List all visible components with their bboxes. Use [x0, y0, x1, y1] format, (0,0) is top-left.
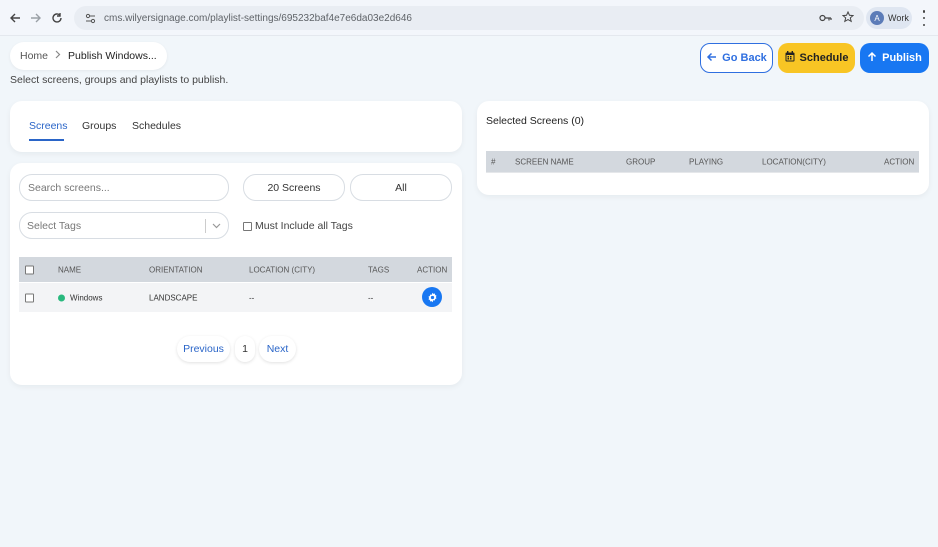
tags-select[interactable]: Select Tags — [19, 212, 229, 239]
status-filter-button[interactable]: All — [350, 174, 452, 201]
breadcrumb-home[interactable]: Home — [20, 50, 48, 62]
breadcrumb-current: Publish Windows... — [68, 50, 157, 62]
selected-screens-card: Selected Screens (0) # SCREEN NAME GROUP… — [477, 101, 929, 195]
col-tags: TAGS — [368, 265, 390, 274]
browser-toolbar: cms.wilyersignage.com/playlist-settings/… — [0, 0, 938, 36]
url-text: cms.wilyersignage.com/playlist-settings/… — [104, 12, 412, 24]
chevron-down-icon[interactable] — [210, 219, 222, 233]
reload-icon[interactable] — [44, 5, 70, 31]
publish-label: Publish — [882, 52, 922, 64]
selected-table-header: # SCREEN NAME GROUP PLAYING LOCATION(CIT… — [486, 151, 919, 172]
online-status-dot — [58, 294, 65, 301]
col-playing: PLAYING — [689, 157, 724, 166]
tab-screens[interactable]: Screens — [29, 120, 68, 132]
screens-card: Search screens... 20 Screens All Select … — [10, 163, 462, 385]
screen-tags: -- — [368, 293, 374, 302]
search-input[interactable]: Search screens... — [19, 174, 229, 201]
tabs-card: Screens Groups Schedules — [10, 101, 462, 152]
screens-table-header: NAME ORIENTATION LOCATION (CITY) TAGS AC… — [19, 257, 452, 282]
col-name: NAME — [58, 265, 82, 274]
address-bar[interactable]: cms.wilyersignage.com/playlist-settings/… — [74, 6, 864, 30]
active-tab-indicator — [29, 139, 64, 141]
calendar-icon — [785, 51, 795, 65]
password-key-icon[interactable] — [819, 10, 832, 28]
screen-orientation: LANDSCAPE — [149, 293, 198, 302]
tab-groups[interactable]: Groups — [82, 120, 116, 132]
tab-schedules[interactable]: Schedules — [132, 120, 181, 132]
settings-gear-button[interactable] — [422, 287, 442, 307]
must-include-label: Must Include all Tags — [255, 220, 353, 232]
col-action: ACTION — [884, 157, 915, 166]
tags-placeholder: Select Tags — [27, 219, 82, 232]
col-location: LOCATION (CITY) — [249, 265, 316, 274]
breadcrumb: Home Publish Windows... — [10, 42, 167, 70]
avatar: A — [870, 11, 884, 25]
col-index: # — [491, 157, 496, 166]
go-back-label: Go Back — [722, 52, 767, 64]
publish-button[interactable]: Publish — [860, 43, 929, 73]
col-screen-name: SCREEN NAME — [515, 157, 574, 166]
page-1-button[interactable]: 1 — [235, 336, 255, 362]
browser-menu-icon[interactable] — [920, 10, 928, 26]
go-back-button[interactable]: Go Back — [700, 43, 773, 73]
profile-chip[interactable]: A Work — [866, 7, 912, 29]
table-row[interactable]: Windows LANDSCAPE -- -- — [19, 283, 452, 312]
screen-name: Windows — [70, 293, 103, 302]
select-divider — [205, 219, 206, 233]
col-action: ACTION — [417, 265, 448, 274]
select-all-checkbox[interactable] — [25, 265, 34, 274]
previous-page-button[interactable]: Previous — [177, 336, 230, 362]
col-group: GROUP — [626, 157, 656, 166]
schedule-button[interactable]: Schedule — [778, 43, 855, 73]
arrow-left-icon — [706, 52, 717, 65]
selected-screens-title: Selected Screens (0) — [486, 115, 585, 127]
profile-label: Work — [888, 13, 909, 23]
must-include-tags-checkbox[interactable]: Must Include all Tags — [243, 220, 353, 232]
empty-table-body — [486, 172, 919, 173]
col-location-city: LOCATION(CITY) — [762, 157, 826, 166]
page-subtitle: Select screens, groups and playlists to … — [10, 74, 229, 86]
schedule-label: Schedule — [799, 52, 849, 64]
checkbox[interactable] — [243, 221, 252, 231]
arrow-up-icon — [867, 51, 877, 65]
chevron-right-icon — [55, 50, 61, 62]
screen-count-button[interactable]: 20 Screens — [243, 174, 345, 201]
gear-icon — [427, 292, 437, 302]
row-checkbox[interactable] — [25, 293, 34, 302]
next-page-button[interactable]: Next — [259, 336, 296, 362]
bookmark-star-icon[interactable] — [841, 10, 855, 28]
site-settings-icon[interactable] — [82, 10, 98, 26]
col-orientation: ORIENTATION — [149, 265, 203, 274]
screen-location: -- — [249, 293, 255, 302]
